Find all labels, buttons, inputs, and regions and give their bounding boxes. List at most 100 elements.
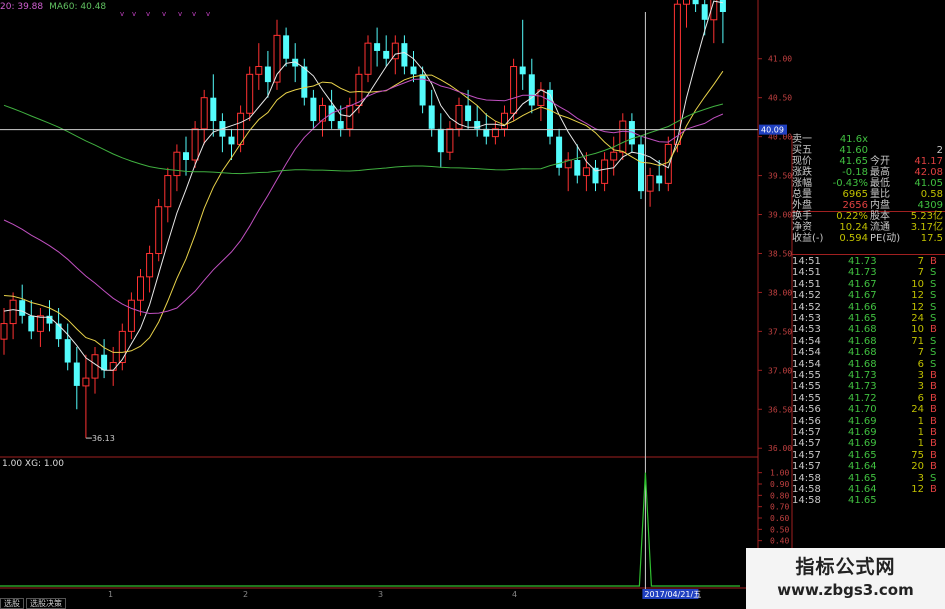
price-tick-label: 36.50 (768, 405, 792, 414)
candle-body (64, 339, 71, 363)
candle-body (91, 354, 99, 379)
quote-value: 0.22% (836, 211, 868, 222)
quote-label-2: PE(动) (870, 233, 901, 244)
tick-side: S (930, 278, 937, 290)
tick-side: B (930, 438, 937, 450)
tick-time: 14:58 (792, 495, 821, 507)
candle-body (173, 151, 181, 177)
tick-row: 14:53 41.65 24 S (792, 313, 945, 324)
tick-time: 14:51 (792, 267, 821, 279)
tick-volume: 20 (911, 461, 924, 473)
tick-separator (792, 254, 945, 255)
quote-value-2: 41.17 (914, 156, 943, 167)
quote-row: 涨跌 -0.18 最高 42.08 (792, 167, 945, 178)
tick-row: 14:56 41.70 24 B (792, 404, 945, 415)
legend-item: MA60: 40.48 (49, 2, 107, 12)
candle-body (137, 276, 144, 301)
candle-body (155, 206, 163, 254)
tick-time: 14:54 (792, 335, 821, 347)
price-tick-label: 36.00 (768, 444, 792, 453)
quote-label: 现价 (792, 156, 812, 167)
tick-volume: 10 (911, 324, 924, 336)
quote-row: 现价 41.65 今开 41.17 (792, 156, 945, 167)
tick-row: 14:55 41.73 3 B (792, 381, 945, 392)
tick-row: 14:54 41.68 7 S (792, 347, 945, 358)
tick-price: 41.65 (848, 449, 877, 461)
tick-price: 41.69 (848, 415, 877, 427)
tick-row: 14:57 41.69 1 B (792, 427, 945, 438)
candle-body (0, 323, 8, 340)
tab-xuangu[interactable]: 选股 (0, 598, 24, 609)
tick-volume: 24 (911, 313, 924, 324)
candle-body (701, 4, 708, 20)
quote-value: 41.60 (839, 145, 868, 156)
tick-volume: 24 (911, 404, 924, 416)
candle-body (528, 74, 535, 106)
watermark: 指标公式网 www.zbgs3.com (746, 548, 945, 609)
date-label: 2017/04/21/五 (644, 590, 701, 599)
price-tick-label: 40.50 (768, 94, 792, 103)
month-tick: 1 (108, 590, 113, 599)
tick-time: 14:55 (792, 381, 821, 393)
quote-label-2: 股本 (870, 211, 890, 222)
quote-value: 41.6x (839, 134, 868, 145)
tick-time: 14:54 (792, 358, 821, 370)
tick-volume: 6 (917, 358, 924, 370)
candle-body (510, 66, 518, 114)
tick-price: 41.64 (848, 484, 877, 495)
tick-side: B (930, 484, 937, 495)
quote-value-2: 17.5 (920, 233, 943, 244)
tick-side: B (930, 449, 937, 461)
candle-body (183, 152, 189, 160)
quote-row: 买五 41.60 2 (792, 145, 945, 156)
candle-body (410, 66, 417, 75)
tick-price: 41.65 (848, 495, 877, 507)
tick-row: 14:57 41.64 20 B (792, 461, 945, 472)
crosshair-price-label: 40.09 (761, 126, 784, 135)
watermark-url: www.zbgs3.com (777, 581, 914, 599)
tick-side: B (930, 404, 937, 416)
candle-body (401, 43, 408, 67)
candle-body (346, 104, 354, 130)
quote-value-2: 3.17亿 (910, 222, 943, 233)
candle-body (501, 112, 508, 130)
candle-body (109, 362, 117, 371)
quote-value-2: 0.58 (920, 189, 943, 200)
candle-body (146, 252, 154, 278)
tick-row: 14:52 41.67 12 S (792, 290, 945, 301)
tick-volume: 75 (911, 449, 924, 461)
quote-value-2: 2 (936, 145, 943, 156)
quote-row: 外盘 2656 内盘 4309 (792, 200, 945, 211)
tick-price: 41.64 (848, 461, 877, 473)
quote-label-2: 流通 (870, 222, 890, 233)
tick-time: 14:58 (792, 472, 821, 484)
ma60-line (3, 103, 724, 175)
candle-body (9, 299, 17, 325)
quote-label: 外盘 (792, 200, 812, 211)
tick-volume: 1 (917, 438, 924, 450)
tick-price: 41.68 (848, 358, 877, 370)
tab-xuangu-juece[interactable]: 选股决策 (26, 598, 66, 609)
candle-body (73, 362, 80, 386)
tick-row: 14:53 41.68 10 B (792, 324, 945, 335)
quote-row: 收益(-) 0.594 PE(动) 17.5 (792, 233, 945, 244)
tick-time: 14:53 (792, 313, 821, 324)
candle-body (383, 50, 390, 59)
tick-volume: 3 (917, 472, 924, 484)
indicator-tick-label: 0.60 (770, 514, 789, 523)
tick-side: B (930, 381, 937, 393)
tick-time: 14:52 (792, 290, 821, 302)
tick-time: 14:58 (792, 484, 821, 495)
tick-time: 14:55 (792, 392, 821, 404)
candle-body (719, 0, 726, 12)
tick-time: 14:54 (792, 347, 821, 359)
tick-price: 41.73 (848, 370, 877, 381)
indicator-tick-label: 0.50 (770, 525, 789, 534)
price-tick-label: 39.50 (768, 172, 792, 181)
tick-time: 14:51 (792, 256, 821, 267)
candle-body (582, 167, 590, 177)
tick-price: 41.65 (848, 313, 877, 324)
tick-time: 14:57 (792, 461, 821, 473)
tick-row: 14:58 41.64 12 B (792, 484, 945, 495)
tick-row: 14:54 41.68 6 S (792, 359, 945, 370)
